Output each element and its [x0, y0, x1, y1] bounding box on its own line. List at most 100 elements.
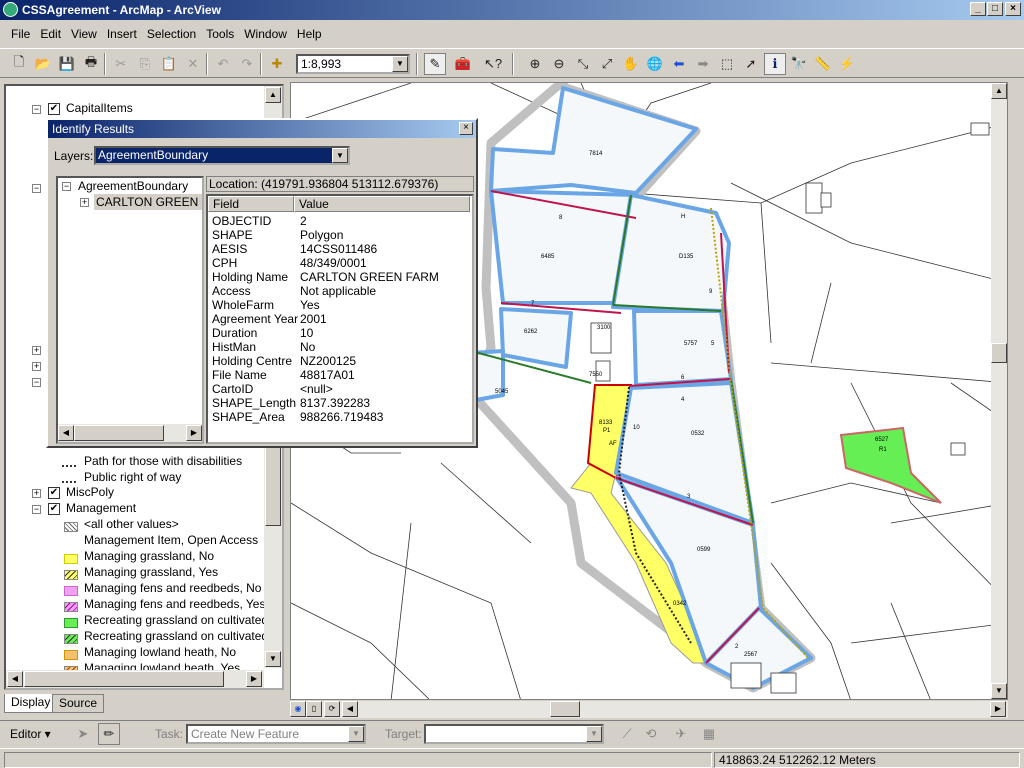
maximize-button[interactable]: □ — [987, 2, 1003, 16]
scroll-left-icon[interactable]: ◀ — [342, 701, 358, 717]
collapse-icon[interactable]: − — [32, 378, 41, 387]
scroll-down-icon[interactable]: ▼ — [265, 651, 281, 667]
select-elements-arrow-icon[interactable]: ➚ — [740, 53, 762, 75]
copy-icon[interactable]: ⎘ — [134, 53, 156, 75]
chevron-down-icon[interactable]: ▼ — [392, 56, 408, 72]
menu-tools[interactable]: Tools — [201, 27, 239, 41]
menu-file[interactable]: File — [6, 27, 35, 41]
map-horizontal-scrollbar[interactable]: ◉ ▯ ⟳ ◀ ▶ — [290, 701, 1008, 718]
new-document-icon[interactable]: 🗋 — [8, 53, 30, 75]
collapse-icon[interactable]: − — [32, 505, 41, 514]
scroll-left-icon[interactable]: ◀ — [7, 671, 23, 687]
column-header-value[interactable]: Value — [294, 196, 470, 212]
redo-icon[interactable]: ↷ — [236, 53, 258, 75]
data-view-icon[interactable]: ◉ — [290, 701, 306, 717]
column-header-field[interactable]: Field — [208, 196, 294, 212]
map-scale-combo[interactable]: 1:8,993 ▼ — [296, 54, 410, 74]
toc-layer-miscpoly[interactable]: MiscPoly — [66, 484, 114, 500]
minimize-button[interactable]: _ — [970, 2, 986, 16]
expand-icon[interactable]: + — [32, 489, 41, 498]
pan-hand-icon[interactable]: ✋ — [620, 53, 642, 75]
menu-insert[interactable]: Insert — [102, 27, 142, 41]
close-button[interactable]: × — [1005, 2, 1021, 16]
editor-toolbar-icon[interactable]: ✎ — [424, 53, 446, 75]
forward-arrow-icon[interactable]: ➡ — [692, 53, 714, 75]
scroll-right-icon[interactable]: ▶ — [186, 425, 202, 441]
split-tool-icon[interactable]: ⟋ — [616, 723, 638, 745]
layers-select[interactable]: AgreementBoundary ▼ — [94, 146, 350, 165]
edit-tool-arrow-icon[interactable]: ➤ — [72, 723, 94, 745]
paste-icon[interactable]: 📋 — [158, 53, 180, 75]
task-select[interactable]: Create New Feature ▼ — [186, 724, 366, 744]
add-data-icon[interactable]: ✚ — [266, 53, 288, 75]
collapse-icon[interactable]: − — [62, 182, 71, 191]
scroll-thumb[interactable] — [24, 671, 224, 687]
scroll-thumb[interactable] — [550, 701, 580, 717]
scroll-up-icon[interactable]: ▲ — [991, 83, 1007, 99]
chevron-down-icon[interactable]: ▼ — [332, 148, 348, 163]
identify-icon[interactable]: ℹ — [764, 53, 786, 75]
editor-menu-button[interactable]: Editor ▾ — [4, 724, 62, 744]
layer-checkbox[interactable]: ✔ — [48, 103, 60, 115]
scroll-thumb[interactable] — [74, 425, 164, 441]
chevron-down-icon[interactable]: ▼ — [586, 726, 602, 742]
collapse-icon[interactable]: − — [32, 184, 41, 193]
scroll-thumb[interactable] — [991, 343, 1007, 363]
undo-icon[interactable]: ↶ — [212, 53, 234, 75]
menu-view[interactable]: View — [66, 27, 102, 41]
layout-view-icon[interactable]: ▯ — [306, 701, 322, 717]
collapse-icon[interactable]: − — [32, 105, 41, 114]
expand-icon[interactable]: + — [32, 346, 41, 355]
tree-item-carlton-green[interactable]: CARLTON GREEN FA — [94, 194, 202, 210]
measure-icon[interactable]: 📏 — [812, 53, 834, 75]
toc-layer-capitalitems[interactable]: CapitalItems — [66, 100, 133, 116]
scroll-up-icon[interactable]: ▲ — [265, 87, 281, 103]
zoom-in-icon[interactable]: ⊕ — [524, 53, 546, 75]
layer-checkbox[interactable]: ✔ — [48, 487, 60, 499]
whats-this-icon[interactable]: ↖? — [482, 53, 504, 75]
menu-window[interactable]: Window — [239, 27, 292, 41]
agreement-parcels[interactable] — [469, 86, 813, 690]
expand-icon[interactable]: + — [32, 362, 41, 371]
layer-checkbox[interactable]: ✔ — [48, 503, 60, 515]
fixed-zoom-in-icon[interactable]: ⤡ — [572, 53, 594, 75]
scroll-right-icon[interactable]: ▶ — [246, 671, 262, 687]
rotate-tool-icon[interactable]: ⟲ — [640, 723, 662, 745]
menu-help[interactable]: Help — [292, 27, 327, 41]
delete-icon[interactable]: ✕ — [182, 53, 204, 75]
toc-layer-management[interactable]: Management — [66, 500, 136, 516]
tab-source[interactable]: Source — [52, 694, 105, 713]
cut-icon[interactable]: ✂ — [110, 53, 132, 75]
tree-root-agreementboundary[interactable]: AgreementBoundary — [78, 178, 188, 194]
expand-icon[interactable]: + — [80, 198, 89, 207]
dialog-close-button[interactable]: × — [459, 122, 473, 135]
menu-edit[interactable]: Edit — [35, 27, 66, 41]
sketch-tool-pencil-icon[interactable]: ✏ — [98, 723, 120, 745]
scroll-left-icon[interactable]: ◀ — [58, 425, 74, 441]
select-features-icon[interactable]: ⬚ — [716, 53, 738, 75]
print-icon[interactable]: 🖶 — [80, 53, 102, 75]
attributes-icon[interactable]: ✈ — [670, 723, 692, 745]
scroll-down-icon[interactable]: ▼ — [991, 683, 1007, 699]
zoom-out-icon[interactable]: ⊖ — [548, 53, 570, 75]
hyperlink-lightning-icon[interactable]: ⚡ — [836, 53, 858, 75]
full-extent-globe-icon[interactable]: 🌐 — [644, 53, 666, 75]
open-folder-icon[interactable]: 📂 — [32, 53, 54, 75]
fixed-zoom-out-icon[interactable]: ⤢ — [596, 53, 618, 75]
tree-horizontal-scrollbar[interactable]: ◀ ▶ — [58, 424, 202, 442]
target-select[interactable]: ▼ — [424, 724, 604, 744]
dialog-title-bar[interactable]: Identify Results × — [48, 120, 476, 138]
scroll-right-icon[interactable]: ▶ — [990, 701, 1006, 717]
tab-display[interactable]: Display — [4, 694, 58, 713]
arctoolbox-icon[interactable]: 🧰 — [452, 53, 474, 75]
chevron-down-icon[interactable]: ▼ — [348, 726, 364, 742]
map-vertical-scrollbar[interactable]: ▲ ▼ — [991, 83, 1007, 699]
toc-horizontal-scrollbar[interactable]: ◀ ▶ — [6, 670, 264, 688]
legend-swatch-dotted — [62, 481, 76, 483]
menu-selection[interactable]: Selection — [142, 27, 201, 41]
back-arrow-icon[interactable]: ⬅ — [668, 53, 690, 75]
find-binoculars-icon[interactable]: 🔭 — [788, 53, 810, 75]
save-icon[interactable]: 💾 — [56, 53, 78, 75]
table-icon[interactable]: ▦ — [698, 723, 720, 745]
refresh-icon[interactable]: ⟳ — [324, 701, 340, 717]
